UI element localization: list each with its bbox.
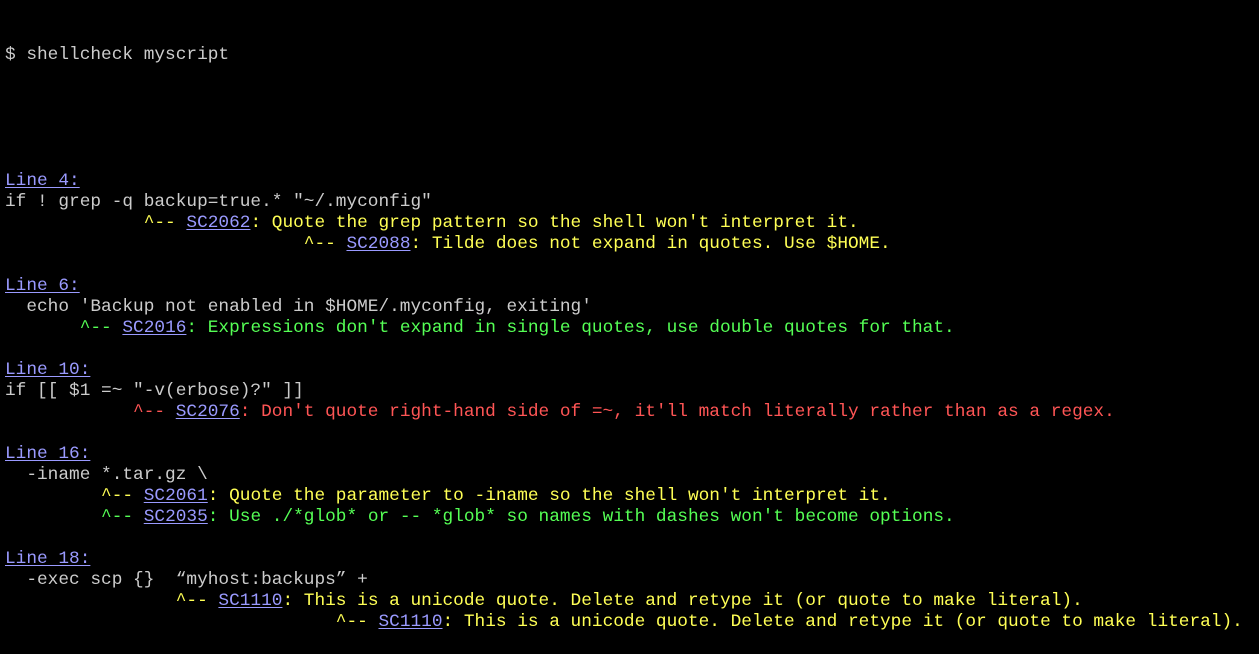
sc-code-link[interactable]: SC1110 — [218, 591, 282, 611]
caret-marker: ^-- — [303, 234, 336, 254]
sc-code-link[interactable]: SC2088 — [346, 234, 410, 254]
sc-code-link[interactable]: SC2061 — [144, 486, 208, 506]
source-code-line: if [[ $1 =~ "-v(erbose)?" ]] — [5, 381, 304, 401]
warning-indent — [5, 612, 336, 632]
warning-line: ^-- SC1110: This is a unicode quote. Del… — [5, 612, 1259, 633]
warning-message: : Expressions don't expand in single quo… — [186, 318, 955, 338]
caret-marker: ^-- — [175, 591, 208, 611]
warning-line: ^-- SC2016: Expressions don't expand in … — [5, 318, 1259, 339]
sc-code-link[interactable]: SC2076 — [176, 402, 240, 422]
source-code-line: if ! grep -q backup=true.* "~/.myconfig" — [5, 192, 432, 212]
warning-indent — [5, 591, 176, 611]
sc-code-link[interactable]: SC2016 — [122, 318, 186, 338]
warning-message: : Quote the grep pattern so the shell wo… — [250, 213, 859, 233]
source-code-line: echo 'Backup not enabled in $HOME/.mycon… — [5, 297, 592, 317]
line-number-link[interactable]: Line 18: — [5, 549, 90, 569]
line-number-link[interactable]: Line 16: — [5, 444, 90, 464]
warning-line: ^-- SC2035: Use ./*glob* or -- *glob* so… — [5, 507, 1259, 528]
warning-indent — [5, 402, 133, 422]
warning-message: : Use ./*glob* or -- *glob* so names wit… — [207, 507, 955, 527]
sc-code-link[interactable]: SC1110 — [378, 612, 442, 632]
caret-marker: ^-- — [143, 213, 176, 233]
warning-line: ^-- SC1110: This is a unicode quote. Del… — [5, 591, 1259, 612]
warning-message: : Quote the parameter to -iname so the s… — [207, 486, 891, 506]
warning-indent — [5, 486, 101, 506]
sc-code-link[interactable]: SC2035 — [144, 507, 208, 527]
caret-marker: ^-- — [335, 612, 368, 632]
line-header: Line 18: — [5, 549, 1259, 570]
line-header: Line 6: — [5, 276, 1259, 297]
line-number-link[interactable]: Line 10: — [5, 360, 90, 380]
line-header: Line 4: — [5, 171, 1259, 192]
warning-line: ^-- SC2088: Tilde does not expand in quo… — [5, 234, 1259, 255]
warning-message: : This is a unicode quote. Delete and re… — [442, 612, 1243, 632]
warning-message: : Tilde does not expand in quotes. Use $… — [410, 234, 891, 254]
source-code-line: -iname *.tar.gz \ — [5, 465, 208, 485]
caret-marker: ^-- — [101, 486, 134, 506]
warning-message: : Don't quote right-hand side of =~, it'… — [239, 402, 1115, 422]
line-header: Line 16: — [5, 444, 1259, 465]
sc-code-link[interactable]: SC2062 — [186, 213, 250, 233]
caret-marker: ^-- — [133, 402, 166, 422]
warning-indent — [5, 213, 144, 233]
line-header: Line 10: — [5, 360, 1259, 381]
caret-marker: ^-- — [79, 318, 112, 338]
command-prompt-line: $ shellcheck myscript — [5, 45, 230, 65]
warning-line: ^-- SC2076: Don't quote right-hand side … — [5, 402, 1259, 423]
source-code-line: -exec scp {} “myhost:backups” + — [5, 570, 368, 590]
warning-indent — [5, 234, 304, 254]
warning-indent — [5, 507, 101, 527]
terminal-window: $ shellcheck myscript Line 4: if ! grep -… — [0, 0, 1259, 632]
warning-line: ^-- SC2061: Quote the parameter to -inam… — [5, 486, 1259, 507]
line-number-link[interactable]: Line 6: — [5, 276, 80, 296]
warning-indent — [5, 318, 80, 338]
warning-line: ^-- SC2062: Quote the grep pattern so th… — [5, 213, 1259, 234]
caret-marker: ^-- — [101, 507, 134, 527]
line-number-link[interactable]: Line 4: — [5, 171, 80, 191]
warning-message: : This is a unicode quote. Delete and re… — [282, 591, 1083, 611]
shellcheck-output: Line 4: if ! grep -q backup=true.* "~/.my… — [5, 171, 1259, 633]
